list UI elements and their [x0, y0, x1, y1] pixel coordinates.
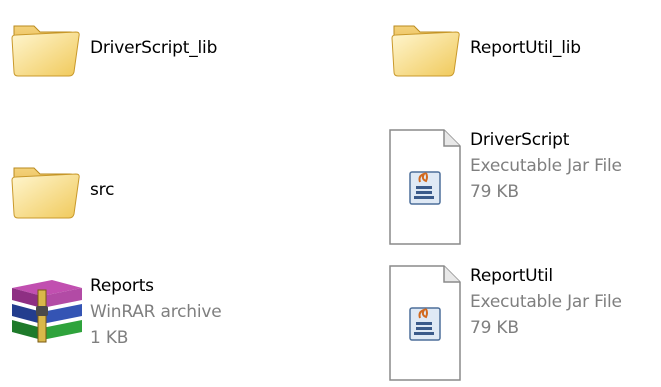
folder-icon [4, 8, 84, 88]
file-item-reports[interactable]: Reports WinRAR archive 1 KB [4, 272, 222, 352]
jar-file-icon [384, 262, 464, 381]
file-name: ReportUtil [470, 266, 553, 286]
file-item-reportutil[interactable]: ReportUtil Executable Jar File 79 KB [384, 262, 622, 381]
winrar-archive-icon [4, 272, 84, 352]
file-item-reportutil-lib[interactable]: ReportUtil_lib [384, 8, 581, 88]
file-type: WinRAR archive [90, 302, 222, 322]
file-name: DriverScript [470, 130, 570, 150]
file-item-src[interactable]: src [4, 150, 114, 230]
file-name: ReportUtil_lib [470, 38, 581, 58]
file-size: 79 KB [470, 182, 519, 202]
file-type: Executable Jar File [470, 292, 622, 312]
jar-file-icon [384, 126, 464, 245]
folder-icon [384, 8, 464, 88]
file-name: src [90, 180, 115, 200]
file-name: Reports [90, 276, 154, 296]
file-item-driverscript-lib[interactable]: DriverScript_lib [4, 8, 217, 88]
file-type: Executable Jar File [470, 156, 622, 176]
file-size: 79 KB [470, 318, 519, 338]
file-size: 1 KB [90, 328, 129, 348]
file-name: DriverScript_lib [90, 38, 218, 58]
folder-icon [4, 150, 84, 230]
file-item-driverscript[interactable]: DriverScript Executable Jar File 79 KB [384, 126, 622, 245]
